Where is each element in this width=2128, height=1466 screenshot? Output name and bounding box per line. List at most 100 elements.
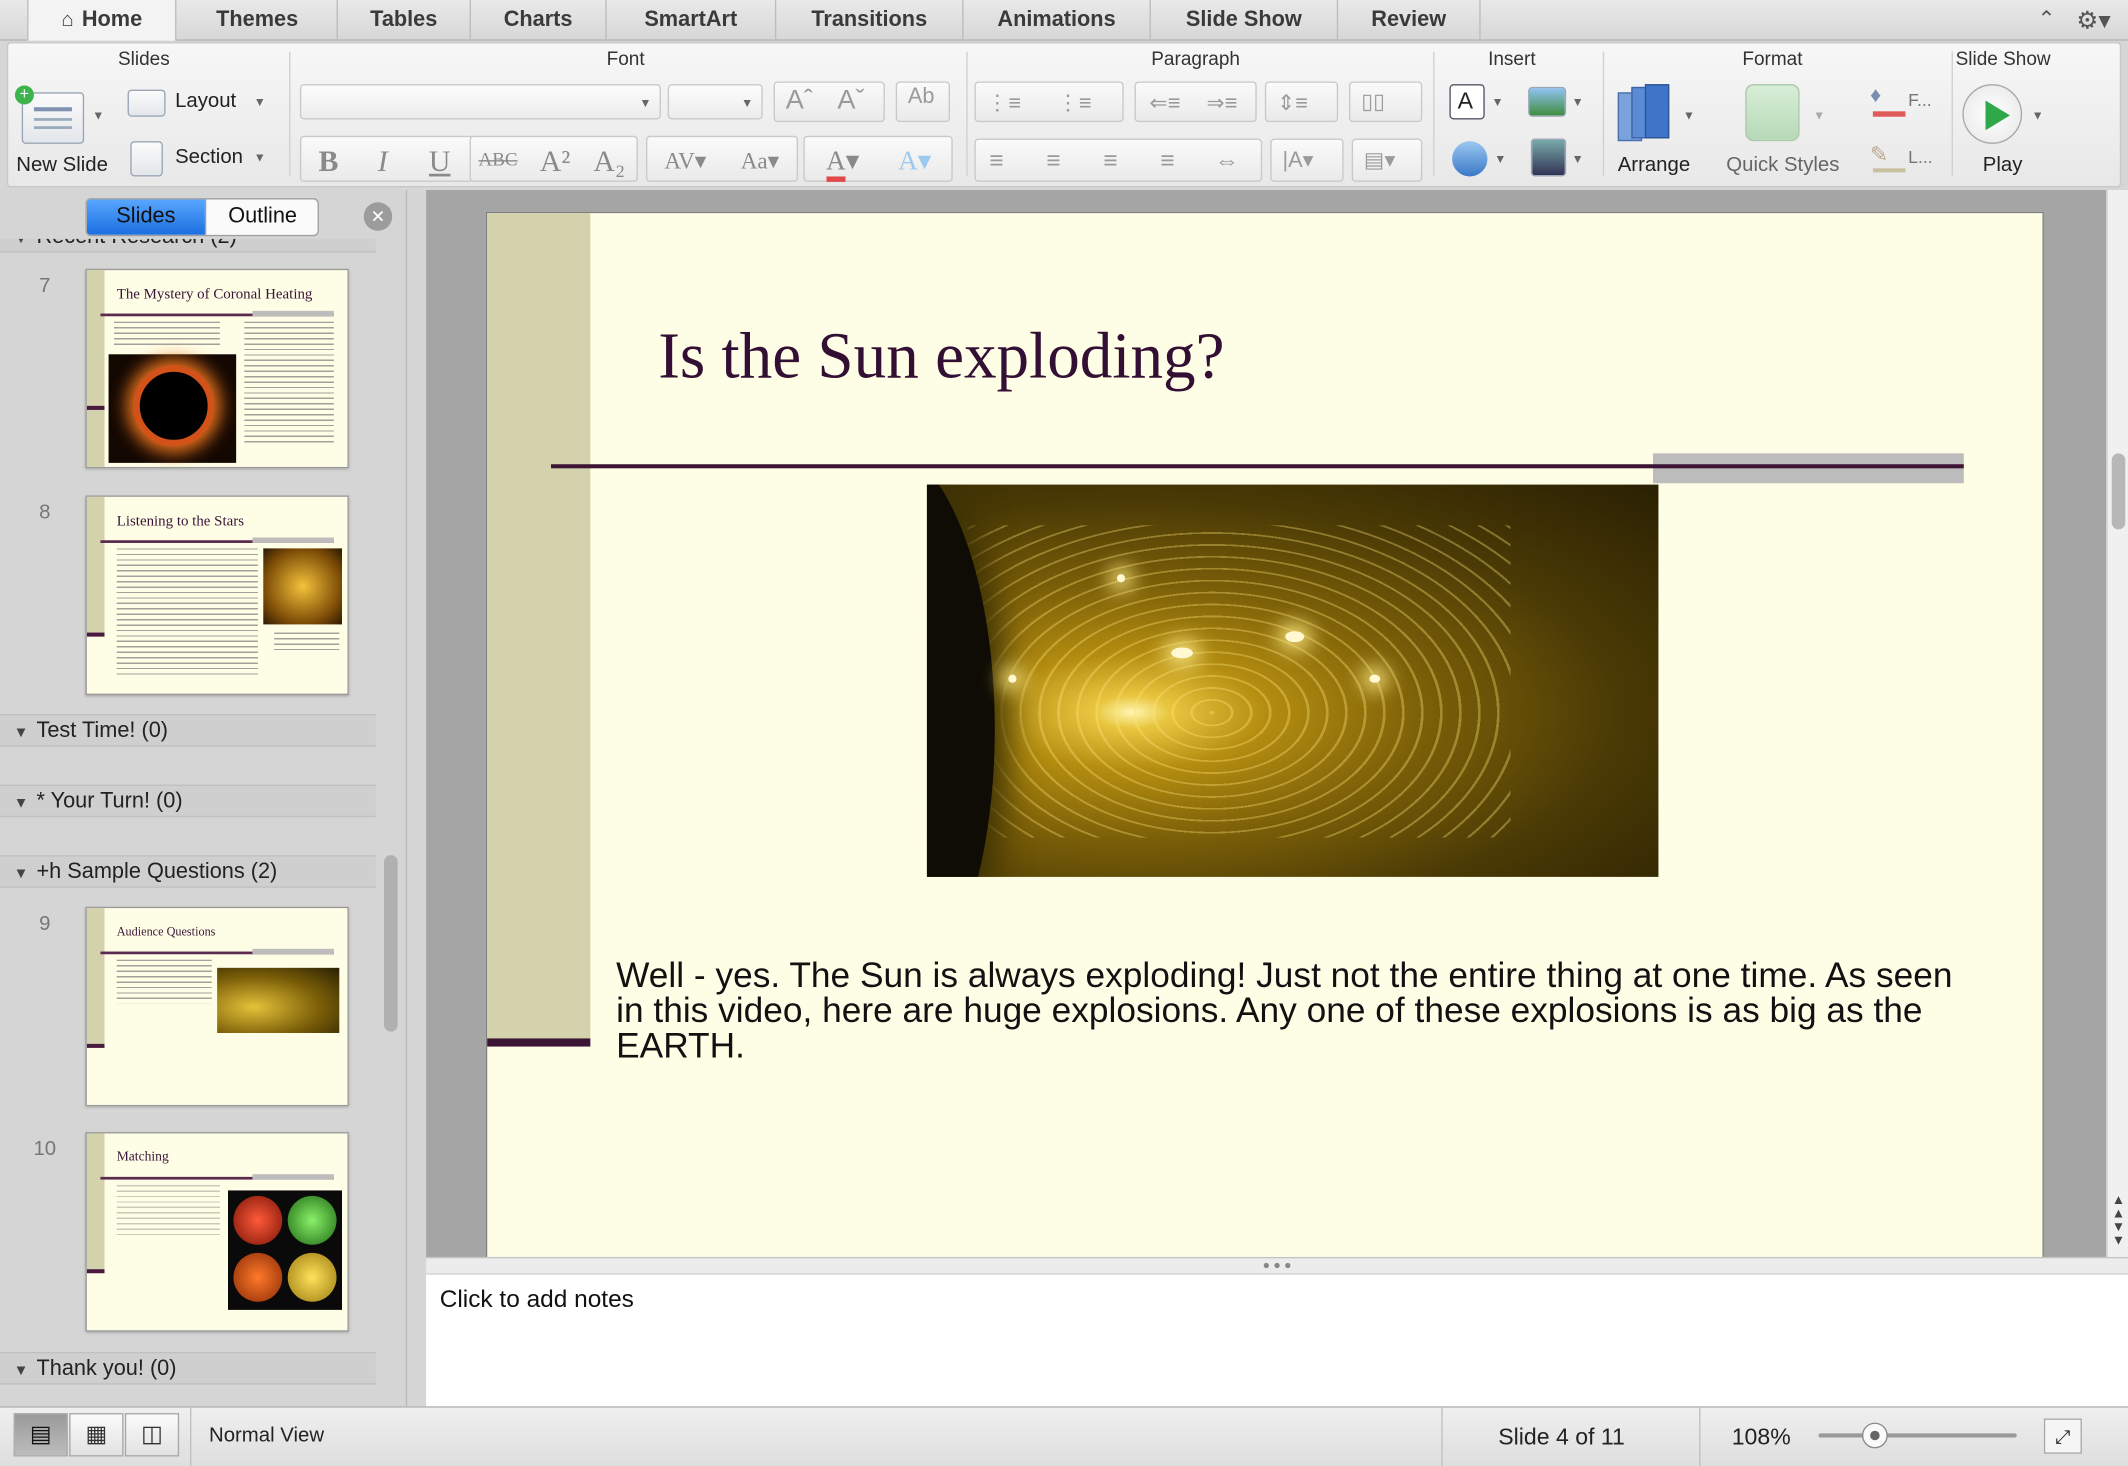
bullets-numbering-buttons[interactable]: ⋮≡ ⋮≡ xyxy=(974,81,1124,123)
font-size-adjust-buttons[interactable]: Aˆ Aˇ xyxy=(773,81,885,123)
justify-icon[interactable]: ≡ xyxy=(1160,147,1174,176)
slide-navigation-arrows[interactable]: ▲ ▲ ▼ ▼ xyxy=(2109,1194,2128,1249)
align-text-button[interactable]: ▤▾ xyxy=(1351,138,1423,182)
thumbnail-list: ▼Recent Research (2) 7 The Mystery of Co… xyxy=(0,238,376,1406)
columns-button[interactable]: ▯▯ xyxy=(1349,81,1423,123)
slide-body-text[interactable]: Well - yes. The Sun is always exploding!… xyxy=(616,957,1987,1063)
subscript-button[interactable]: A₂ xyxy=(584,141,636,182)
view-name: Normal View xyxy=(209,1423,325,1447)
font-size-combo[interactable]: ▼ xyxy=(667,84,763,120)
tab-smartart[interactable]: SmartArt xyxy=(607,0,777,41)
fit-to-window-button[interactable]: ⤢ xyxy=(2043,1418,2082,1454)
tab-outline[interactable]: Outline xyxy=(204,199,318,235)
thumbnail-title: Listening to the Stars xyxy=(116,513,245,530)
section-header[interactable]: ▼Recent Research (2) xyxy=(0,238,376,253)
superscript-button[interactable]: A² xyxy=(529,141,581,182)
strikethrough-button[interactable]: ABC xyxy=(472,141,524,182)
slide-counter: Slide 4 of 11 xyxy=(1498,1423,1625,1450)
normal-view-icon: ▤ xyxy=(29,1421,52,1447)
section-header[interactable]: ▼ +h Sample Questions (2) xyxy=(0,855,376,888)
text-effects-button[interactable]: A▾ xyxy=(879,141,950,182)
decrease-font-icon[interactable]: Aˇ xyxy=(837,86,864,117)
tab-home[interactable]: ⌂ Home xyxy=(27,0,177,41)
group-label-slides: Slides xyxy=(117,47,170,70)
editor-scroll-thumb[interactable] xyxy=(2111,453,2126,530)
picture-icon xyxy=(1528,86,1567,117)
tab-slides[interactable]: Slides xyxy=(86,199,205,235)
slide-title[interactable]: Is the Sun exploding? xyxy=(658,319,1224,394)
change-case-button[interactable]: Aa▾ xyxy=(725,141,796,182)
underline-button[interactable]: U xyxy=(415,141,464,182)
slide-thumbnail-7[interactable]: The Mystery of Coronal Heating xyxy=(85,268,349,469)
section-header[interactable]: ▼ * Your Turn! (0) xyxy=(0,784,376,818)
editor-scrollbar[interactable]: ▲ ▲ ▼ ▼ xyxy=(2106,190,2128,1257)
font-name-combo[interactable]: ▼ xyxy=(299,84,661,120)
sun-image xyxy=(217,967,340,1033)
normal-view-button[interactable]: ▤ xyxy=(13,1413,68,1457)
slide-sorter-button[interactable]: ▦ xyxy=(69,1413,124,1457)
fit-window-icon: ⤢ xyxy=(2055,1425,2071,1447)
slide-sidebar-decoration xyxy=(487,213,591,1039)
slide-thumbnail-8[interactable]: Listening to the Stars xyxy=(85,495,349,695)
powerpoint-window: ⌂ Home Themes Tables Charts SmartArt Tran… xyxy=(0,0,2128,1466)
zoom-slider-thumb[interactable] xyxy=(1861,1422,1888,1449)
text-direction-button[interactable]: |A▾ xyxy=(1270,138,1344,182)
sun-video-image[interactable] xyxy=(926,484,1659,877)
italic-button[interactable]: I xyxy=(358,141,407,182)
section-icon xyxy=(130,141,163,177)
numbering-icon[interactable]: ⋮≡ xyxy=(1057,90,1091,117)
decrease-indent-icon[interactable]: ⇐≡ xyxy=(1150,90,1181,117)
presenter-view-button[interactable]: ◫ xyxy=(124,1413,180,1457)
slide-number: 7 xyxy=(39,274,51,298)
group-label-font: Font xyxy=(606,47,645,70)
sun-image xyxy=(263,548,343,625)
distribute-icon[interactable]: ⇔ xyxy=(1215,147,1239,176)
layout-icon xyxy=(127,89,166,117)
alignment-buttons[interactable]: ≡ ≡ ≡ ≡ ⇔ xyxy=(974,138,1263,182)
slide-canvas[interactable]: Is the Sun exploding? Well - yes. The Su… xyxy=(485,211,2044,1257)
eclipse-image xyxy=(108,354,237,463)
home-icon: ⌂ xyxy=(61,8,74,32)
paint-bucket-icon: ♦ xyxy=(1870,84,1906,117)
increase-font-icon[interactable]: Aˆ xyxy=(786,86,813,117)
slide-thumbnail-9[interactable]: Audience Questions xyxy=(85,906,349,1107)
close-panel-icon[interactable]: ✕ xyxy=(363,202,393,231)
zoom-level: 108% xyxy=(1731,1423,1791,1450)
align-right-icon[interactable]: ≡ xyxy=(1103,147,1117,176)
section-header[interactable]: ▼ Thank you! (0) xyxy=(0,1351,376,1385)
notes-pane[interactable]: Click to add notes xyxy=(426,1273,2128,1407)
columns-icon: ▯▯ xyxy=(1361,90,1386,115)
slide-sidebar-accent xyxy=(487,1038,591,1047)
align-left-icon[interactable]: ≡ xyxy=(989,147,1003,176)
character-spacing-button[interactable]: AV▾ xyxy=(649,141,722,182)
bold-button[interactable]: B xyxy=(304,141,353,182)
notes-splitter[interactable]: ● ● ● xyxy=(426,1256,2128,1274)
tab-animations[interactable]: Animations xyxy=(964,0,1151,41)
arrange-icon xyxy=(1617,84,1675,144)
collapse-ribbon-icon[interactable]: ⌃ xyxy=(2033,4,2060,37)
line-spacing-button[interactable]: ⇕≡ xyxy=(1264,81,1339,123)
section-header[interactable]: ▼ Test Time! (0) xyxy=(0,713,376,747)
tab-transitions[interactable]: Transitions xyxy=(776,0,964,41)
zoom-slider-track[interactable] xyxy=(1818,1433,2017,1438)
notes-placeholder[interactable]: Click to add notes xyxy=(440,1285,634,1314)
align-center-icon[interactable]: ≡ xyxy=(1046,147,1060,176)
clear-formatting-icon: Ab xyxy=(907,85,935,109)
ribbon: Slides Font Paragraph Insert Format Slid… xyxy=(6,42,2122,188)
gear-icon[interactable]: ⚙▾ xyxy=(2076,4,2117,37)
line-pen-icon: ✎ xyxy=(1870,141,1906,174)
tab-themes[interactable]: Themes xyxy=(178,0,338,41)
bullets-icon[interactable]: ⋮≡ xyxy=(987,90,1021,117)
font-color-button[interactable]: A▾ xyxy=(806,141,879,182)
increase-indent-icon[interactable]: ⇒≡ xyxy=(1207,90,1238,117)
tab-charts[interactable]: Charts xyxy=(471,0,607,41)
panel-scrollbar[interactable] xyxy=(384,855,398,1032)
tab-slide-show[interactable]: Slide Show xyxy=(1151,0,1339,41)
tab-review[interactable]: Review xyxy=(1338,0,1481,41)
clear-formatting-button[interactable]: Ab xyxy=(895,81,951,123)
text-direction-icon: |A▾ xyxy=(1282,149,1314,173)
indent-buttons[interactable]: ⇐≡ ⇒≡ xyxy=(1134,81,1257,123)
align-text-icon: ▤▾ xyxy=(1363,149,1396,173)
slide-thumbnail-10[interactable]: Matching xyxy=(85,1132,349,1332)
tab-tables[interactable]: Tables xyxy=(338,0,471,41)
